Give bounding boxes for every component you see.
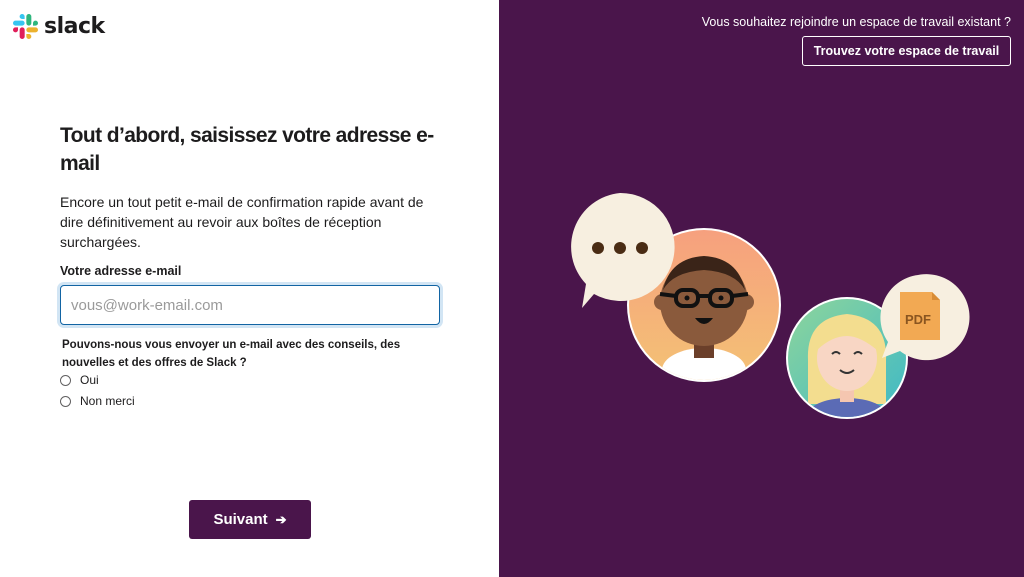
page-description: Encore un tout petit e-mail de confirmat… [60, 194, 424, 250]
newsletter-question: Pouvons-nous vous envoyer un e-mail avec… [62, 339, 401, 369]
radio-option-no[interactable]: Non merci [60, 394, 135, 408]
signup-panel: slack Tout d’abord, saisissez votre adre… [0, 0, 499, 577]
email-label: Votre adresse e-mail [60, 264, 182, 278]
join-workspace-prompt: Vous souhaitez rejoindre un espace de tr… [701, 15, 1011, 29]
slack-logo[interactable]: slack [13, 14, 105, 39]
radio-button-no[interactable] [60, 395, 71, 407]
pdf-file-label: PDF [905, 312, 931, 327]
slack-wordmark: slack [44, 14, 105, 39]
next-button-label: Suivant [213, 511, 268, 528]
arrow-right-icon: ➔ [275, 511, 287, 527]
radio-label-no: Non merci [80, 394, 135, 408]
next-button[interactable]: Suivant ➔ [189, 500, 311, 539]
radio-button-yes[interactable] [60, 374, 71, 386]
radio-option-yes[interactable]: Oui [60, 373, 99, 387]
slack-logo-icon [13, 14, 38, 39]
radio-label-yes: Oui [80, 373, 99, 387]
find-workspace-button[interactable]: Trouvez votre espace de travail [802, 36, 1011, 66]
email-field[interactable] [60, 285, 440, 325]
people-illustration: PDF [571, 192, 970, 419]
page-title: Tout d’abord, saisissez votre adresse e-… [60, 124, 434, 175]
pdf-bubble-icon: PDF [880, 274, 970, 361]
